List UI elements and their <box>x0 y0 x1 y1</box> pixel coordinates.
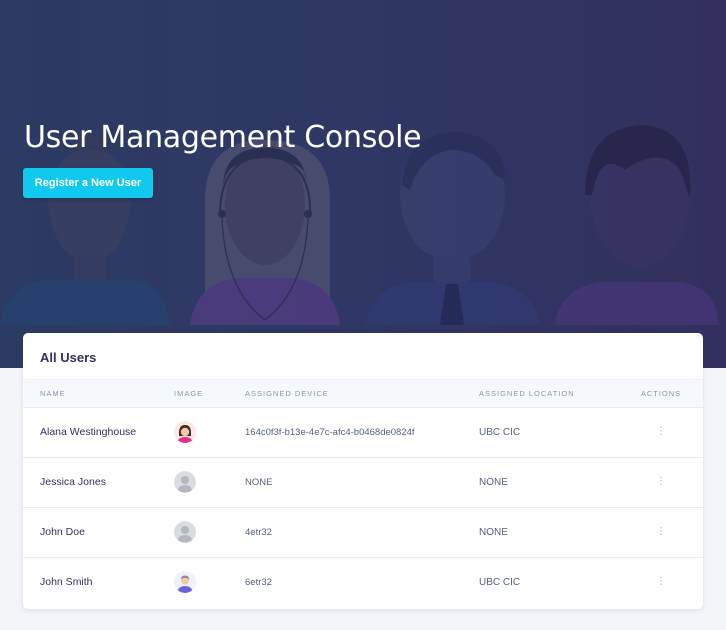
user-device: 4etr32 <box>245 526 272 538</box>
user-location: UBC CIC <box>479 426 521 438</box>
user-image-cell <box>174 407 245 457</box>
user-name: Alana Westinghouse <box>40 426 137 438</box>
page-title: User Management Console <box>24 120 422 155</box>
user-image-cell <box>174 507 245 557</box>
more-vertical-icon[interactable]: ⋮ <box>655 425 667 439</box>
more-vertical-icon[interactable]: ⋮ <box>655 525 667 539</box>
user-device: 6etr32 <box>245 576 272 588</box>
user-location: UBC CIC <box>479 576 521 588</box>
table-row: Alana Westinghouse 164c0f3f-b13e-4e7c-af… <box>23 407 703 457</box>
register-user-button[interactable]: Register a New User <box>23 168 153 198</box>
user-name: John Doe <box>40 526 85 538</box>
table-row: John Doe 4etr32 NONE ⋮ <box>23 507 703 557</box>
card-title: All Users <box>40 350 97 365</box>
column-header-name[interactable]: NAME <box>23 380 174 408</box>
column-header-actions[interactable]: ACTIONS <box>619 380 703 408</box>
actions-cell: ⋮ <box>619 557 703 607</box>
female-avatar-icon <box>174 421 196 443</box>
more-vertical-icon[interactable]: ⋮ <box>655 575 667 589</box>
actions-cell: ⋮ <box>619 507 703 557</box>
card-header: All Users <box>23 333 703 380</box>
users-table: NAME IMAGE ASSIGNED DEVICE ASSIGNED LOCA… <box>23 380 703 607</box>
user-location: NONE <box>479 526 508 538</box>
user-name: Jessica Jones <box>40 476 106 488</box>
user-device: NONE <box>245 476 273 488</box>
user-name: John Smith <box>40 576 93 589</box>
default-avatar-icon <box>174 471 196 493</box>
more-vertical-icon[interactable]: ⋮ <box>655 475 667 489</box>
hero-banner: User Management Console Register a New U… <box>0 0 726 368</box>
users-card: All Users NAME IMAGE ASSIGNED DEVICE ASS… <box>23 333 703 609</box>
user-location: NONE <box>479 476 508 488</box>
user-image-cell <box>174 557 245 607</box>
table-row: John Smith 6etr32 UBC CIC ⋮ <box>23 557 703 607</box>
user-image-cell <box>174 457 245 507</box>
table-header-row: NAME IMAGE ASSIGNED DEVICE ASSIGNED LOCA… <box>23 380 703 408</box>
table-row: Jessica Jones NONE NONE ⋮ <box>23 457 703 507</box>
user-device: 164c0f3f-b13e-4e7c-afc4-b0468de0824f <box>245 426 415 438</box>
male-avatar-icon <box>174 571 196 594</box>
column-header-image[interactable]: IMAGE <box>174 380 245 408</box>
actions-cell: ⋮ <box>619 457 703 507</box>
column-header-location[interactable]: ASSIGNED LOCATION <box>479 380 619 408</box>
default-avatar-icon <box>174 521 196 543</box>
actions-cell: ⋮ <box>619 407 703 457</box>
column-header-device[interactable]: ASSIGNED DEVICE <box>245 380 479 408</box>
